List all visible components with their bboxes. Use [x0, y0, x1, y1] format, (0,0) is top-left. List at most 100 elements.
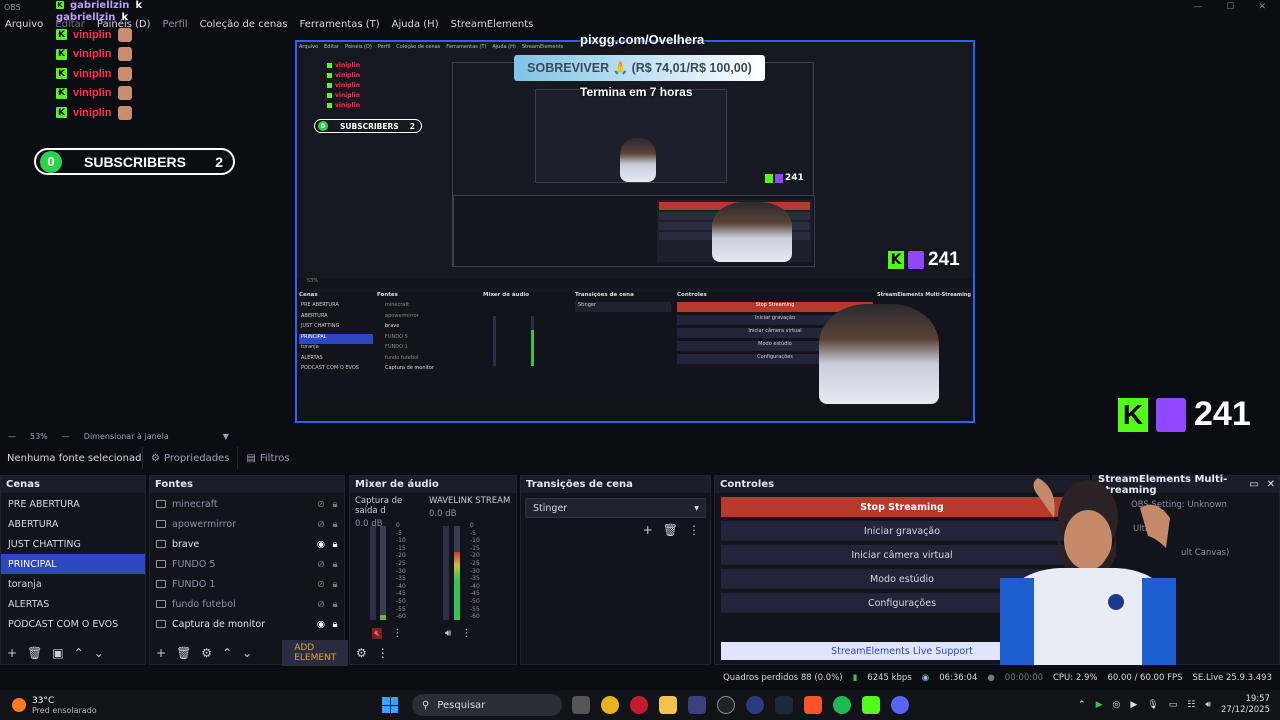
speaker-icon[interactable]: 🔊︎	[445, 628, 451, 639]
add-source-button[interactable]: +	[156, 646, 166, 660]
scene-item[interactable]: ALERTAS	[1, 594, 145, 614]
move-down-button[interactable]: ⌄	[94, 646, 104, 660]
source-settings-button[interactable]: ⚙	[201, 646, 212, 660]
move-up-button[interactable]: ⌃	[222, 646, 232, 660]
filters-button[interactable]: ▤ Filtros	[237, 447, 297, 469]
tray-app-icon[interactable]: ◎	[1113, 700, 1121, 710]
steam-icon[interactable]	[775, 696, 793, 714]
source-item[interactable]: Captura de monitor ◉ 🔒︎	[150, 614, 344, 634]
microphone-icon[interactable]: 🎙︎	[1147, 700, 1158, 710]
taskbar-search[interactable]: ⚲ Pesquisar	[412, 694, 562, 716]
source-item[interactable]: FUNDO 1 ⊘ 🔒︎	[150, 574, 344, 594]
source-item[interactable]: fundo futebol ⊘ 🔒︎	[150, 594, 344, 614]
eye-hidden-icon[interactable]: ⊘	[316, 559, 326, 570]
transition-select[interactable]: Stinger ▾	[525, 498, 706, 518]
kick-icon[interactable]	[862, 696, 880, 714]
scene-item[interactable]: PODCAST COM O EVOS	[1, 614, 145, 634]
scene-item[interactable]: PRE ABERTURA	[1, 494, 145, 514]
opera-icon[interactable]	[630, 696, 648, 714]
eye-icon[interactable]: ◉	[316, 619, 326, 630]
task-view-icon[interactable]	[572, 696, 590, 714]
lock-icon[interactable]: 🔒︎	[326, 619, 344, 630]
display-icon[interactable]: ▭	[1169, 700, 1178, 710]
source-item[interactable]: apowermirror ⊘ 🔒︎	[150, 514, 344, 534]
close-button[interactable]: ✕	[1258, 2, 1266, 12]
mixer-settings-button[interactable]: ⚙	[356, 646, 367, 660]
scene-item[interactable]: ABERTURA	[1, 514, 145, 534]
scene-item[interactable]: toranja	[1, 574, 145, 594]
remove-scene-button[interactable]: 🗑	[27, 646, 42, 660]
add-transition-button[interactable]: +	[643, 523, 653, 537]
transition-more-button[interactable]: ⋮	[688, 523, 700, 537]
volume-icon[interactable]: 🔊︎	[1205, 700, 1211, 710]
properties-button[interactable]: ⚙ Propriedades	[142, 447, 237, 469]
source-item[interactable]: minecraft ⊘ 🔒︎	[150, 494, 344, 514]
chevron-down-icon[interactable]: ▼	[223, 432, 229, 441]
system-tray: ⌃ ▶ ◎ ▶ 🎙︎ ▭ ☷ 🔊︎ 19:57 27/12/2025	[1078, 694, 1280, 716]
source-item[interactable]: brave ◉ 🔒︎	[150, 534, 344, 554]
scene-filter-button[interactable]: ▣	[52, 646, 63, 660]
zoom-out-button[interactable]: —	[8, 432, 16, 441]
tray-app-icon[interactable]: ▶	[1130, 700, 1137, 710]
menu-ferramentas[interactable]: Ferramentas (T)	[300, 19, 380, 30]
mixer-more-button[interactable]: ⋮	[377, 646, 389, 660]
eye-hidden-icon[interactable]: ⊘	[316, 519, 326, 530]
network-icon[interactable]: ☷	[1187, 700, 1195, 710]
brave-icon[interactable]	[804, 696, 822, 714]
lock-icon[interactable]: 🔒︎	[326, 599, 344, 610]
nested-chat: viniplin viniplin viniplin viniplin vini…	[327, 60, 360, 110]
menu-paineis[interactable]: Painéis (D)	[97, 19, 151, 30]
source-item[interactable]: FUNDO 5 ⊘ 🔒︎	[150, 554, 344, 574]
zoom-mode[interactable]: Dimensionar à janela	[84, 432, 169, 441]
menu-colecao[interactable]: Coleção de cenas	[200, 19, 288, 30]
chrome-icon[interactable]	[601, 696, 619, 714]
mute-icon[interactable]: 🔇︎	[372, 628, 383, 639]
discord-icon[interactable]	[891, 696, 909, 714]
weather-widget[interactable]: 33°C Pred ensolarado	[0, 696, 360, 715]
menu-streamelements[interactable]: StreamElements	[451, 19, 534, 30]
add-element-button[interactable]: ADD ELEMENT	[282, 640, 349, 666]
eye-hidden-icon[interactable]: ⊘	[316, 579, 326, 590]
lock-icon[interactable]: 🔒︎	[326, 559, 344, 570]
menu-arquivo[interactable]: Arquivo	[5, 19, 43, 30]
nested-controls-title: Controles	[677, 292, 707, 298]
kick-letter: k	[135, 0, 143, 11]
lock-icon[interactable]: 🔒︎	[326, 519, 344, 530]
tray-app-icon[interactable]: ▶	[1096, 700, 1103, 710]
menu-ajuda[interactable]: Ajuda (H)	[392, 19, 439, 30]
minimize-button[interactable]: —	[1193, 2, 1202, 12]
menu-editar[interactable]: Editar	[55, 19, 85, 30]
folder-icon[interactable]	[659, 696, 677, 714]
eye-hidden-icon[interactable]: ⊘	[316, 499, 326, 510]
eye-hidden-icon[interactable]: ⊘	[316, 599, 326, 610]
move-down-button[interactable]: ⌄	[242, 646, 252, 660]
move-up-button[interactable]: ⌃	[74, 646, 84, 660]
zoom-in-button[interactable]: —	[62, 432, 70, 441]
more-icon[interactable]: ⋮	[392, 628, 402, 639]
volume-slider[interactable]	[370, 526, 376, 620]
scene-item[interactable]: JUST CHATTING	[1, 534, 145, 554]
undock-icon[interactable]: ▭	[1249, 479, 1258, 490]
lock-icon[interactable]: 🔒︎	[326, 579, 344, 590]
lock-icon[interactable]: 🔒︎	[326, 499, 344, 510]
windows-start-icon[interactable]	[382, 697, 398, 713]
remove-source-button[interactable]: 🗑	[176, 646, 191, 660]
maximize-button[interactable]: ☐	[1226, 2, 1234, 12]
kick-icon: K	[56, 48, 67, 60]
eye-icon[interactable]: ◉	[316, 539, 326, 550]
obs-icon[interactable]	[717, 696, 735, 714]
remove-transition-button[interactable]: 🗑	[663, 523, 678, 537]
add-scene-button[interactable]: +	[7, 646, 17, 660]
spotify-icon[interactable]	[833, 696, 851, 714]
more-icon[interactable]: ⋮	[461, 628, 471, 639]
volume-slider[interactable]	[443, 526, 449, 620]
app-icon[interactable]	[688, 696, 706, 714]
app-icon[interactable]	[746, 696, 764, 714]
menu-perfil[interactable]: Perfil	[163, 19, 188, 30]
clock[interactable]: 19:57 27/12/2025	[1221, 694, 1270, 716]
lock-icon[interactable]: 🔒︎	[326, 539, 344, 550]
scene-item-active[interactable]: PRINCIPAL	[1, 554, 145, 574]
chevron-up-icon[interactable]: ⌃	[1078, 700, 1086, 710]
close-icon[interactable]: ✕	[1267, 479, 1275, 490]
subscribers-label: SUBSCRIBERS	[84, 153, 186, 170]
